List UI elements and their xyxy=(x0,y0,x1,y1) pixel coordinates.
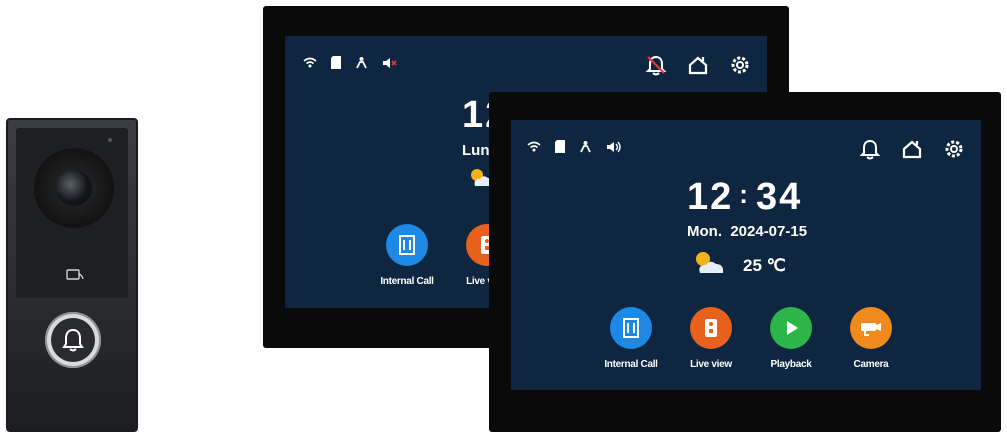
bell-muted-icon[interactable] xyxy=(645,54,667,76)
doorbell-unit xyxy=(6,118,138,432)
wifi-icon xyxy=(527,141,541,152)
app-playback[interactable]: Playback xyxy=(751,307,831,370)
sd-card-icon xyxy=(555,140,565,153)
camera-lens-housing xyxy=(34,148,114,228)
clock-minutes: 34 xyxy=(755,176,803,218)
bell-icon xyxy=(62,328,84,352)
wifi-icon xyxy=(303,57,317,68)
sd-card-icon xyxy=(331,56,341,69)
front-date: Mon. 2024-07-15 xyxy=(687,223,808,240)
doorbell-camera-panel xyxy=(16,128,128,298)
home-icon[interactable] xyxy=(901,138,923,160)
internal-call-icon xyxy=(399,235,415,255)
app-internal-call[interactable]: Internal Call xyxy=(367,224,447,287)
app-internal-call[interactable]: Internal Call xyxy=(591,307,671,370)
doorbell-call-button[interactable] xyxy=(45,312,101,368)
camera-lens-icon xyxy=(56,170,92,206)
app-live-view[interactable]: Live view xyxy=(671,307,751,370)
live-view-icon xyxy=(705,319,717,337)
clock-separator: : xyxy=(739,179,750,209)
front-monitor: 12:34 Mon. 2024-07-15 25 ℃ Internal Call… xyxy=(489,92,1001,432)
app-camera[interactable]: Camera xyxy=(831,307,911,370)
speaker-icon xyxy=(607,141,621,152)
internal-call-icon xyxy=(623,318,639,338)
camera-icon xyxy=(861,323,881,336)
partly-cloudy-icon xyxy=(696,252,724,273)
do-not-disturb-icon xyxy=(580,141,591,153)
microphone-icon xyxy=(108,138,112,142)
front-monitor-screen: 12:34 Mon. 2024-07-15 25 ℃ Internal Call… xyxy=(511,120,981,390)
front-clock: 12:34 xyxy=(687,176,802,219)
playback-icon xyxy=(787,321,798,335)
card-reader-icon xyxy=(66,269,84,280)
speaker-muted-icon xyxy=(383,57,397,68)
home-icon[interactable] xyxy=(687,54,709,76)
clock-hours: 12 xyxy=(687,176,734,218)
gear-icon[interactable] xyxy=(943,138,965,160)
do-not-disturb-icon xyxy=(356,57,367,69)
gear-icon[interactable] xyxy=(729,54,751,76)
temperature: 25 ℃ xyxy=(743,256,786,275)
bell-icon[interactable] xyxy=(859,138,881,160)
